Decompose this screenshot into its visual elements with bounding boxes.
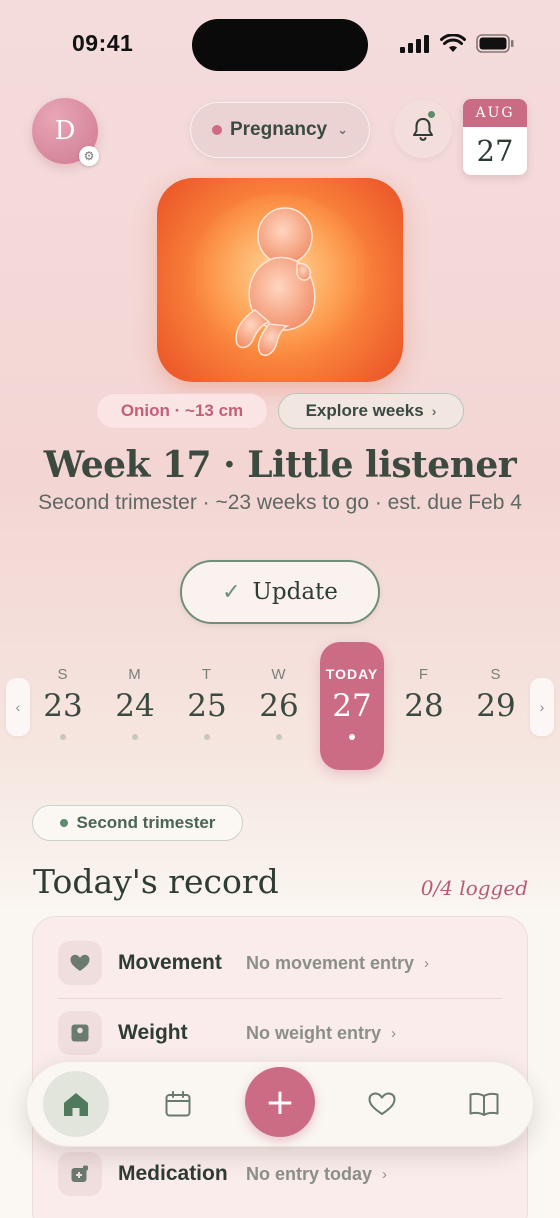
record-row-value: No movement entry bbox=[246, 952, 415, 973]
explore-weeks-button[interactable]: Explore weeks › bbox=[278, 393, 464, 429]
book-icon bbox=[469, 1092, 499, 1116]
calendar-month: AUG bbox=[463, 99, 527, 127]
checkmark-icon: ✓ bbox=[222, 579, 241, 605]
chevron-right-icon: › bbox=[424, 954, 430, 972]
day-entry-dot bbox=[132, 734, 138, 740]
day-cell[interactable]: T 25 bbox=[175, 642, 239, 770]
home-icon bbox=[64, 1093, 88, 1116]
add-entry-button[interactable]: + bbox=[245, 1067, 315, 1137]
avatar-initial: D bbox=[54, 116, 76, 146]
update-label: Update bbox=[252, 579, 338, 605]
day-cell[interactable]: S 23 bbox=[31, 642, 95, 770]
fetus-illustration bbox=[157, 178, 403, 382]
day-of-week: S bbox=[490, 666, 502, 683]
record-row-label: Movement bbox=[118, 951, 222, 974]
day-of-week: TODAY bbox=[325, 666, 379, 682]
record-section-title: Today's record bbox=[33, 862, 279, 901]
record-row-movement[interactable]: Movement No movement entry › bbox=[58, 930, 502, 996]
previous-week-button[interactable]: ‹ bbox=[6, 678, 30, 736]
chevron-left-icon: ‹ bbox=[15, 699, 21, 715]
row-divider bbox=[58, 998, 502, 999]
next-week-button[interactable]: › bbox=[530, 678, 554, 736]
day-number: 29 bbox=[476, 688, 516, 724]
trimester-chip: Second trimester bbox=[32, 805, 243, 841]
update-button[interactable]: ✓ Update bbox=[180, 560, 380, 624]
record-row-weight[interactable]: Weight No weight entry › bbox=[58, 1000, 502, 1066]
day-cell[interactable]: F 28 bbox=[392, 642, 456, 770]
chevron-right-icon: › bbox=[431, 403, 437, 419]
trimester-dot bbox=[59, 819, 68, 827]
mode-indicator-dot bbox=[211, 125, 222, 135]
wifi-icon bbox=[440, 34, 466, 52]
calendar-day: 27 bbox=[476, 134, 514, 168]
day-of-week: S bbox=[57, 666, 69, 683]
record-row-label: Weight bbox=[118, 1021, 188, 1044]
calendar-icon bbox=[165, 1091, 191, 1117]
day-cell-today[interactable]: TODAY 27 bbox=[320, 642, 384, 770]
day-number: 27 bbox=[332, 688, 372, 724]
notifications-button[interactable] bbox=[394, 100, 452, 158]
day-number: 25 bbox=[187, 688, 227, 724]
chevron-right-icon: › bbox=[539, 699, 545, 715]
nav-library[interactable] bbox=[451, 1071, 517, 1137]
day-entry-dot bbox=[349, 734, 355, 740]
notification-badge bbox=[426, 109, 437, 120]
day-number: 23 bbox=[43, 688, 83, 724]
day-of-week: F bbox=[418, 666, 430, 683]
nav-home[interactable] bbox=[43, 1071, 109, 1137]
day-cell[interactable]: S 29 bbox=[464, 642, 528, 770]
day-number: 24 bbox=[115, 688, 155, 724]
heart-icon bbox=[58, 941, 102, 985]
day-of-week: T bbox=[201, 666, 213, 683]
mode-selector[interactable]: Pregnancy ⌄ bbox=[190, 102, 370, 158]
day-entry-dot bbox=[60, 734, 66, 740]
day-number: 26 bbox=[259, 688, 299, 724]
explore-weeks-label: Explore weeks bbox=[305, 401, 424, 420]
calendar-date-button[interactable]: AUG 27 bbox=[463, 99, 527, 175]
dynamic-island bbox=[192, 19, 368, 71]
day-cell[interactable]: W 26 bbox=[247, 642, 311, 770]
record-row-value: No weight entry bbox=[246, 1022, 382, 1043]
day-entry-dot bbox=[276, 734, 282, 740]
chevron-right-icon: › bbox=[391, 1024, 397, 1042]
record-logged-count: 0/4 logged bbox=[420, 876, 528, 900]
record-row-medication[interactable]: Medication No entry today › bbox=[58, 1141, 502, 1207]
mode-label: Pregnancy bbox=[229, 119, 328, 140]
chevron-right-icon: › bbox=[382, 1165, 388, 1183]
status-time: 09:41 bbox=[72, 30, 134, 56]
plus-icon: + bbox=[264, 1081, 296, 1123]
settings-gear-icon[interactable]: ⚙ bbox=[79, 146, 99, 166]
record-row-label: Medication bbox=[118, 1162, 228, 1185]
trimester-label: Second trimester bbox=[76, 813, 216, 832]
nav-favorites[interactable] bbox=[349, 1071, 415, 1137]
pill-icon bbox=[58, 1152, 102, 1196]
signal-icon bbox=[400, 34, 429, 53]
day-entry-dot bbox=[204, 734, 210, 740]
day-of-week: W bbox=[271, 666, 287, 683]
baby-size-chip: Onion · ~13 cm bbox=[96, 393, 268, 429]
record-row-value: No entry today bbox=[246, 1163, 373, 1184]
week-subtitle: Second trimester · ~23 weeks to go · est… bbox=[38, 491, 522, 514]
nav-calendar[interactable] bbox=[145, 1071, 211, 1137]
system-status-icons bbox=[400, 34, 514, 53]
chevron-down-icon: ⌄ bbox=[337, 122, 349, 137]
day-of-week: M bbox=[128, 666, 142, 683]
day-number: 28 bbox=[404, 688, 444, 724]
week-title: Week 17 · Little listener bbox=[43, 444, 517, 486]
scale-icon bbox=[58, 1011, 102, 1055]
battery-icon bbox=[476, 34, 514, 53]
day-cell[interactable]: M 24 bbox=[103, 642, 167, 770]
heart-icon bbox=[368, 1092, 396, 1115]
